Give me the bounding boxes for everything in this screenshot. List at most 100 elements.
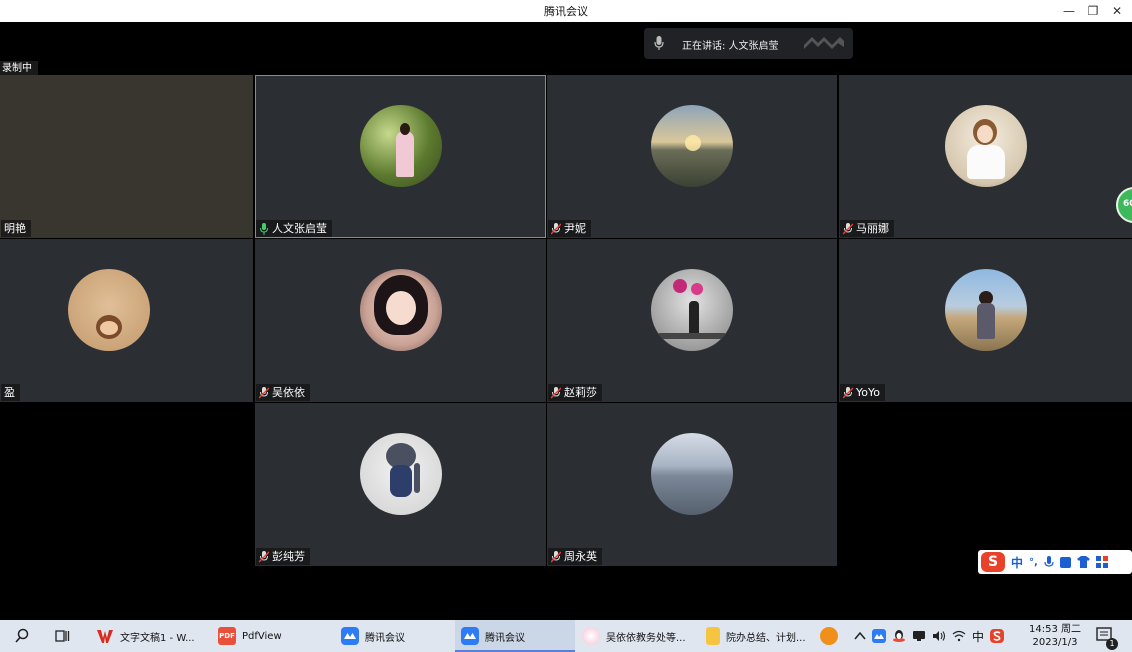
speaking-indicator: 正在讲话: 人文张启莹 — [644, 28, 853, 59]
sogou-tray-icon[interactable] — [990, 629, 1005, 643]
wifi-icon[interactable] — [952, 630, 966, 642]
video-tile[interactable]: 明艳 — [0, 75, 253, 238]
ime-language[interactable]: 中 — [1011, 554, 1023, 571]
participant-name-tag: 明艳 — [1, 220, 31, 237]
app-circle-icon — [820, 627, 838, 645]
skin-icon[interactable] — [1076, 556, 1090, 568]
participant-name: 马丽娜 — [856, 222, 889, 235]
participant-name-tag: 尹妮 — [548, 220, 591, 237]
participant-name: 明艳 — [4, 222, 26, 235]
taskbar-app-folder[interactable]: 院办总结、计划... — [706, 620, 806, 652]
taskbar-app-chat[interactable]: 吴依依教务处等... — [582, 620, 686, 652]
taskbar-app-label: 文字文稿1 - W... — [120, 632, 195, 644]
taskbar-app-tencent-meeting-active[interactable]: 腾讯会议 — [455, 620, 575, 652]
taskbar-app-label: 吴依依教务处等... — [606, 632, 686, 644]
participant-name-tag: 马丽娜 — [840, 220, 894, 237]
ime-toolbar[interactable]: S 中 °, — [978, 550, 1132, 574]
chat-avatar-icon — [582, 627, 600, 645]
chevron-up-icon[interactable] — [854, 631, 866, 641]
avatar — [651, 105, 733, 187]
search-icon — [15, 628, 29, 643]
taskbar-app-label: 院办总结、计划... — [726, 632, 806, 644]
microphone-muted-icon — [843, 386, 853, 398]
recording-badge: 录制中 — [0, 61, 38, 76]
taskbar-app-wps[interactable]: 文字文稿1 - W... — [96, 620, 195, 652]
microphone-muted-icon — [259, 386, 269, 398]
avatar — [944, 105, 1027, 187]
participant-name: 周永英 — [564, 550, 597, 563]
microphone-muted-icon — [551, 550, 561, 562]
avatar — [359, 269, 442, 351]
taskbar-app-orange[interactable] — [820, 620, 838, 652]
taskbar-app-tencent-meeting[interactable]: 腾讯会议 — [341, 620, 405, 652]
taskbar-app-label: 腾讯会议 — [485, 632, 525, 644]
participant-name-tag: YoYo — [840, 384, 885, 401]
video-tile[interactable]: 盈 — [0, 239, 253, 402]
avatar — [359, 433, 442, 515]
qq-icon[interactable] — [892, 629, 906, 643]
avatar — [359, 105, 442, 187]
participant-name: YoYo — [856, 386, 880, 399]
avatar — [651, 433, 733, 515]
minimize-button[interactable]: — — [1058, 2, 1080, 20]
participant-name: 尹妮 — [564, 222, 586, 235]
restore-button[interactable]: ❐ — [1082, 2, 1104, 20]
notification-count: 1 — [1106, 638, 1118, 650]
participant-name-tag: 吴依依 — [256, 384, 310, 401]
taskbar-app-pdfview[interactable]: PDF PdfView — [218, 620, 282, 652]
video-tile[interactable]: 彭纯芳 — [255, 403, 546, 566]
search-button[interactable] — [14, 620, 30, 652]
meeting-area: 正在讲话: 人文张启莹 录制中 明艳 人文张启莹 尹妮 马丽娜 盈 吴依依 赵莉… — [0, 22, 1132, 620]
video-tile[interactable]: 吴依依 — [255, 239, 546, 402]
toolbox-icon[interactable] — [1095, 556, 1108, 568]
close-button[interactable]: ✕ — [1106, 2, 1128, 20]
avatar — [944, 269, 1027, 351]
video-tile[interactable]: 周永英 — [547, 403, 837, 566]
video-tile[interactable]: 马丽娜 — [839, 75, 1132, 238]
system-clock[interactable]: 14:53 周二 2023/1/3 — [1024, 623, 1086, 649]
taskbar: 文字文稿1 - W... PDF PdfView 腾讯会议 腾讯会议 吴依依教务… — [0, 620, 1132, 652]
microphone-icon — [654, 36, 664, 50]
task-view-icon — [55, 630, 70, 642]
keyboard-icon[interactable] — [1059, 556, 1071, 568]
avatar — [68, 269, 150, 351]
video-tile[interactable]: 赵莉莎 — [547, 239, 837, 402]
tencent-meeting-icon — [461, 627, 479, 645]
taskbar-app-label: 腾讯会议 — [365, 632, 405, 644]
input-language[interactable]: 中 — [972, 628, 984, 645]
microphone-muted-icon — [843, 222, 853, 234]
taskbar-app-label: PdfView — [242, 630, 282, 642]
microphone-on-icon — [260, 222, 268, 235]
tencent-meeting-tray-icon[interactable] — [872, 629, 886, 643]
voice-input-icon[interactable] — [1044, 555, 1054, 569]
video-tile[interactable]: 人文张启莹 — [255, 75, 546, 238]
participant-name-tag: 人文张启莹 — [256, 220, 332, 237]
ime-punctuation[interactable]: °, — [1029, 557, 1038, 568]
sogou-logo-icon: S — [981, 552, 1005, 572]
participant-name-tag: 周永英 — [548, 548, 602, 565]
task-view-button[interactable] — [54, 620, 70, 652]
microphone-muted-icon — [551, 386, 561, 398]
pdf-icon: PDF — [218, 627, 236, 645]
speaking-text: 正在讲话: 人文张启莹 — [682, 41, 779, 52]
video-tile[interactable]: 尹妮 — [547, 75, 837, 238]
clock-date: 2023/1/3 — [1032, 637, 1078, 648]
tencent-meeting-icon — [341, 627, 359, 645]
notification-button[interactable]: 1 — [1096, 620, 1118, 652]
participant-name-tag: 盈 — [1, 384, 20, 401]
video-tile[interactable]: YoYo — [839, 239, 1132, 402]
microphone-muted-icon — [259, 550, 269, 562]
audio-level-icon — [804, 37, 844, 49]
folder-icon — [706, 627, 720, 645]
system-tray: 中 — [854, 620, 1005, 652]
microphone-muted-icon — [551, 222, 561, 234]
avatar — [651, 269, 733, 351]
participant-name-tag: 赵莉莎 — [548, 384, 602, 401]
volume-icon[interactable] — [932, 630, 946, 642]
wps-writer-icon — [97, 630, 113, 643]
participant-name: 彭纯芳 — [272, 550, 305, 563]
participant-name: 人文张启莹 — [272, 222, 327, 235]
participant-name: 吴依依 — [272, 386, 305, 399]
participant-name: 赵莉莎 — [564, 386, 597, 399]
network-icon[interactable] — [912, 630, 926, 642]
